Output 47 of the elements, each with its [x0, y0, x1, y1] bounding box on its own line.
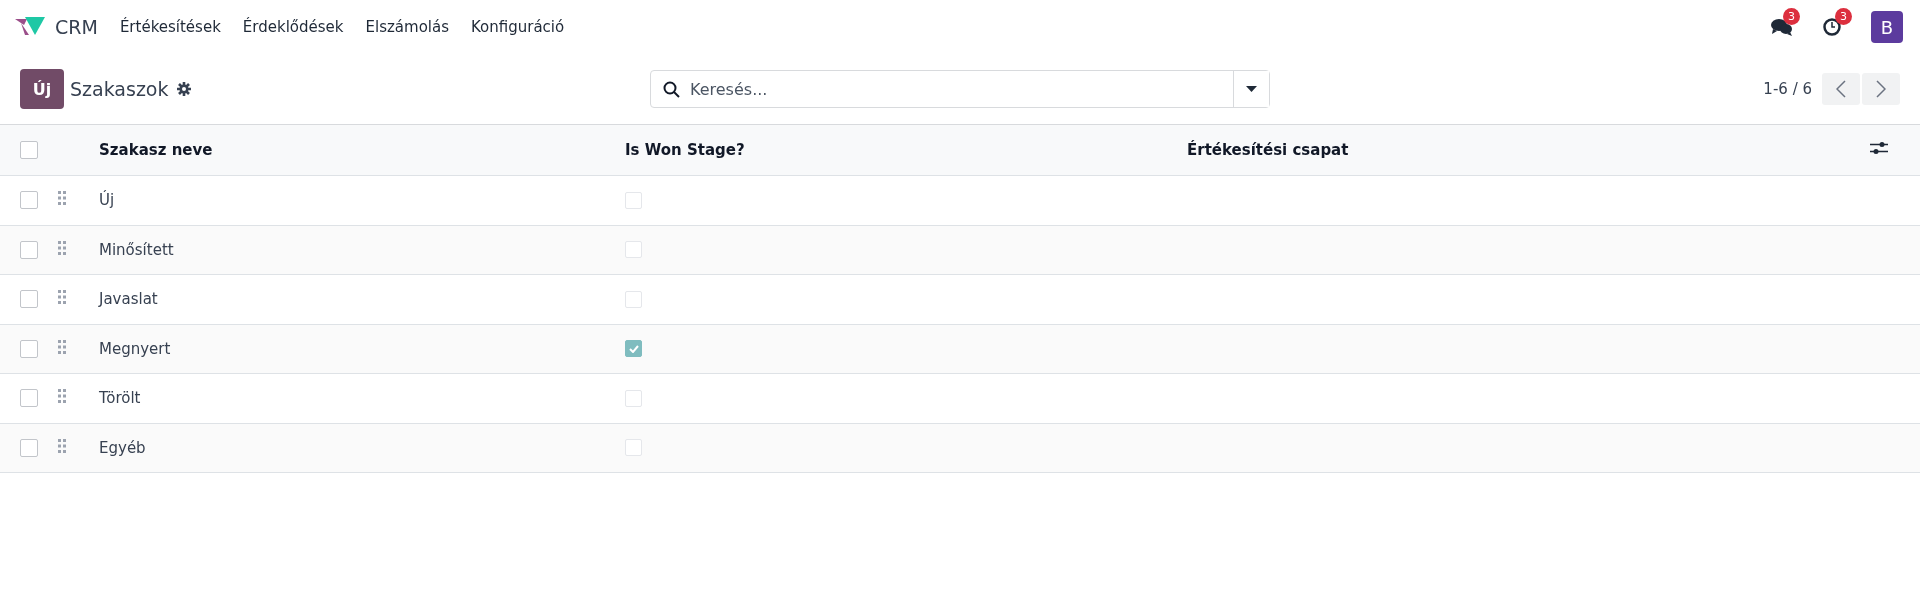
caret-icon	[1246, 86, 1257, 92]
nav-menu-item[interactable]: Érdeklődések	[242, 18, 344, 36]
row-checkbox[interactable]	[20, 191, 38, 210]
search-bar[interactable]: Keresés...	[650, 70, 1270, 108]
new-button[interactable]: Új	[20, 69, 64, 109]
column-settings-icon[interactable]	[1870, 141, 1888, 155]
search-icon	[663, 80, 680, 98]
row-checkbox[interactable]	[20, 339, 38, 358]
search-input[interactable]: Keresés...	[680, 79, 1233, 99]
row-checkbox[interactable]	[20, 389, 38, 408]
row-checkbox[interactable]	[20, 438, 38, 457]
stage-name: Törölt	[99, 389, 141, 408]
drag-handle-icon[interactable]	[58, 389, 66, 404]
page-title[interactable]: Szakaszok	[70, 78, 169, 100]
message-count-badge: 3	[1783, 8, 1800, 25]
nav-menu-item[interactable]: Értékesítések	[119, 18, 221, 36]
activity-count-badge: 3	[1835, 8, 1852, 25]
app-name[interactable]: CRM	[55, 16, 98, 38]
stage-name: Minősített	[99, 240, 174, 259]
column-header[interactable]: Is Won Stage?	[625, 141, 745, 159]
clock-icon[interactable]	[1823, 18, 1841, 36]
next-page-button[interactable]	[1862, 73, 1900, 105]
select-all-checkbox[interactable]	[20, 141, 38, 159]
drag-handle-icon[interactable]	[58, 191, 66, 206]
chevron-left-icon	[1836, 80, 1846, 98]
stage-name: Megnyert	[99, 339, 171, 358]
stage-name: Új	[99, 191, 115, 210]
pager-value[interactable]: 1-6 / 6	[1763, 80, 1812, 98]
drag-handle-icon[interactable]	[58, 240, 66, 255]
settings-icon[interactable]	[176, 82, 191, 96]
nav-menu-item[interactable]: Konfiguráció	[471, 18, 565, 36]
app-logo-icon[interactable]	[15, 17, 45, 37]
drag-handle-icon[interactable]	[58, 290, 66, 305]
search-options-toggle[interactable]	[1233, 71, 1269, 107]
stage-name: Javaslat	[99, 290, 158, 309]
column-header[interactable]: Szakasz neve	[99, 141, 213, 159]
previous-page-button[interactable]	[1822, 73, 1860, 105]
nav-menu-item[interactable]: Elszámolás	[365, 18, 449, 36]
user-avatar[interactable]: B	[1871, 11, 1903, 43]
drag-handle-icon[interactable]	[58, 339, 66, 354]
drag-handle-icon[interactable]	[58, 438, 66, 453]
chevron-right-icon	[1876, 80, 1886, 98]
column-header[interactable]: Értékesítési csapat	[1187, 141, 1349, 159]
row-checkbox[interactable]	[20, 240, 38, 259]
stage-name: Egyéb	[99, 438, 146, 457]
checkmark-icon	[628, 344, 639, 353]
row-checkbox[interactable]	[20, 290, 38, 309]
